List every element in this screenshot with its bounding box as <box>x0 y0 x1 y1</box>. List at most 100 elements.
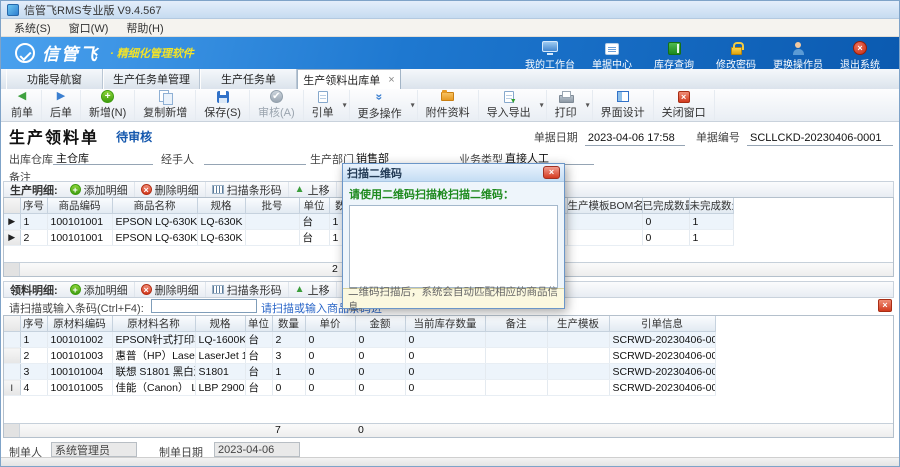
table-cell[interactable]: 0 <box>355 348 405 364</box>
table-cell[interactable]: LBP 2900 <box>195 380 245 396</box>
column-header[interactable]: 已完成数量 <box>642 198 689 214</box>
table-cell[interactable]: 1 <box>689 214 733 230</box>
save-button[interactable]: 保存(S) <box>196 90 250 120</box>
clear-close-icon[interactable]: × <box>878 299 892 312</box>
table-cell[interactable]: 0 <box>405 364 485 380</box>
table-cell[interactable]: 3 <box>20 364 47 380</box>
table-cell[interactable]: 台 <box>245 364 272 380</box>
row-selector[interactable] <box>4 364 20 380</box>
nav-workbench[interactable]: 我的工作台 <box>519 39 581 71</box>
table-cell[interactable]: EPSON针式打印机 <box>112 332 195 348</box>
menu-system[interactable]: 系统(S) <box>7 19 58 37</box>
table-cell[interactable]: 4 <box>20 380 47 396</box>
table-cell[interactable]: 100101002 <box>47 332 112 348</box>
table-cell[interactable] <box>567 214 642 230</box>
delete-row-button[interactable]: × 删除明细 <box>135 182 206 197</box>
row-selector[interactable]: ▶ <box>4 230 20 246</box>
table-cell[interactable]: 0 <box>355 332 405 348</box>
table-cell[interactable]: 1 <box>689 230 733 246</box>
column-header[interactable]: 原材料编码 <box>47 316 112 332</box>
column-header[interactable]: 规格 <box>197 198 245 214</box>
column-header[interactable]: 单价 <box>305 316 355 332</box>
import-export-button[interactable]: 导入导出 ▾ <box>479 90 547 120</box>
dropdown-arrow-icon[interactable]: ▾ <box>411 101 415 110</box>
nav-inventory-query[interactable]: 库存查询 <box>643 39 705 71</box>
column-header[interactable]: 单位 <box>299 198 329 214</box>
table-cell[interactable]: 台 <box>245 380 272 396</box>
add-row-button[interactable]: + 添加明细 <box>64 182 135 197</box>
dropdown-arrow-icon[interactable]: ▾ <box>586 101 590 110</box>
table-row[interactable]: I4100101005佳能（Canon） LBP 2900+ 黑白激LBP 29… <box>4 380 715 396</box>
close-window-button[interactable]: × 关闭窗口 <box>654 90 715 120</box>
tab-function-nav[interactable]: 功能导航窗 <box>6 69 103 89</box>
column-header[interactable]: 数量 <box>272 316 305 332</box>
row-selector[interactable] <box>4 332 20 348</box>
table-cell[interactable]: SCRWD-20230406-0001 <box>609 332 715 348</box>
move-up-button[interactable]: ▲ 上移 <box>289 282 337 297</box>
column-header[interactable]: 当前库存数量 <box>405 316 485 332</box>
warehouse-field[interactable]: 主仓库 <box>53 149 153 165</box>
table-cell[interactable]: SCRWD-20230406-0001 <box>609 348 715 364</box>
table-cell[interactable]: 0 <box>305 348 355 364</box>
table-cell[interactable] <box>485 348 547 364</box>
add-row-button[interactable]: + 添加明细 <box>64 282 135 297</box>
table-cell[interactable] <box>547 348 609 364</box>
table-cell[interactable]: 2 <box>20 348 47 364</box>
table-cell[interactable]: 0 <box>272 380 305 396</box>
scan-barcode-button[interactable]: 扫描条形码 <box>206 282 289 297</box>
doc-date-value[interactable]: 2023-04-06 17:58 <box>585 132 685 146</box>
table-cell[interactable]: 台 <box>299 214 329 230</box>
table-cell[interactable]: LQ-630K <box>197 214 245 230</box>
attachments-button[interactable]: 附件资料 <box>418 90 479 120</box>
nav-document-center[interactable]: 单据中心 <box>581 39 643 71</box>
table-cell[interactable]: 台 <box>245 348 272 364</box>
column-header[interactable]: 序号 <box>20 316 47 332</box>
table-cell[interactable]: SCRWD-20230406-0001 <box>609 364 715 380</box>
column-header[interactable]: 规格 <box>195 316 245 332</box>
table-cell[interactable]: 台 <box>299 230 329 246</box>
column-header[interactable]: 批号 <box>245 198 299 214</box>
nav-exit-system[interactable]: × 退出系统 <box>829 39 891 71</box>
table-cell[interactable]: 0 <box>405 332 485 348</box>
table-row[interactable]: 3100101004联想 S1801 黑白激光打印机S1801台1000SCRW… <box>4 364 715 380</box>
table-cell[interactable]: 惠普（HP）LaserJet 1020 <box>112 348 195 364</box>
copy-new-button[interactable]: 复制新增 <box>135 90 196 120</box>
column-header[interactable]: 生产模板 <box>547 316 609 332</box>
table-cell[interactable]: 2 <box>272 332 305 348</box>
tab-material-outbound[interactable]: 生产领料出库单 × <box>297 69 401 89</box>
table-cell[interactable]: 0 <box>642 214 689 230</box>
table-row[interactable]: 2100101003惠普（HP）LaserJet 1020LaserJet 10… <box>4 348 715 364</box>
row-selector[interactable]: I <box>4 380 20 396</box>
column-header[interactable]: 引单信息 <box>609 316 715 332</box>
menu-help[interactable]: 帮助(H) <box>119 19 170 37</box>
column-header[interactable]: 生产模板BOM名称 <box>567 198 642 214</box>
barcode-input[interactable] <box>151 299 257 313</box>
table-cell[interactable]: 1 <box>20 332 47 348</box>
table-cell[interactable]: LQ-1600K <box>195 332 245 348</box>
table-cell[interactable]: 100101001 <box>47 230 112 246</box>
table-cell[interactable]: 0 <box>355 380 405 396</box>
table-cell[interactable]: 1 <box>272 364 305 380</box>
new-button[interactable]: + 新增(N) <box>81 90 135 120</box>
close-tab-icon[interactable]: × <box>388 74 394 86</box>
table-cell[interactable]: 1 <box>20 214 47 230</box>
table-cell[interactable] <box>485 364 547 380</box>
table-cell[interactable]: 3 <box>272 348 305 364</box>
delete-row-button[interactable]: × 删除明细 <box>135 282 206 297</box>
table-cell[interactable]: 100101003 <box>47 348 112 364</box>
tab-task-order-mgmt[interactable]: 生产任务单管理 <box>103 69 200 89</box>
table-cell[interactable]: 2 <box>20 230 47 246</box>
row-selector[interactable]: ▶ <box>4 214 20 230</box>
dropdown-arrow-icon[interactable]: ▾ <box>343 101 347 110</box>
column-header[interactable]: 商品名称 <box>112 198 197 214</box>
table-cell[interactable]: 100101004 <box>47 364 112 380</box>
print-button[interactable]: 打印 ▾ <box>547 90 593 120</box>
table-cell[interactable]: EPSON LQ-630K <box>112 214 197 230</box>
table-cell[interactable]: 佳能（Canon） LBP 2900+ 黑白激 <box>112 380 195 396</box>
table-cell[interactable]: 100101001 <box>47 214 112 230</box>
column-header[interactable]: 未完成数量 <box>689 198 733 214</box>
column-header[interactable]: 金额 <box>355 316 405 332</box>
table-cell[interactable]: 0 <box>405 380 485 396</box>
audit-button[interactable]: ✔ 审核(A) <box>250 90 304 120</box>
dialog-titlebar[interactable]: 扫描二维码 × <box>343 164 564 182</box>
